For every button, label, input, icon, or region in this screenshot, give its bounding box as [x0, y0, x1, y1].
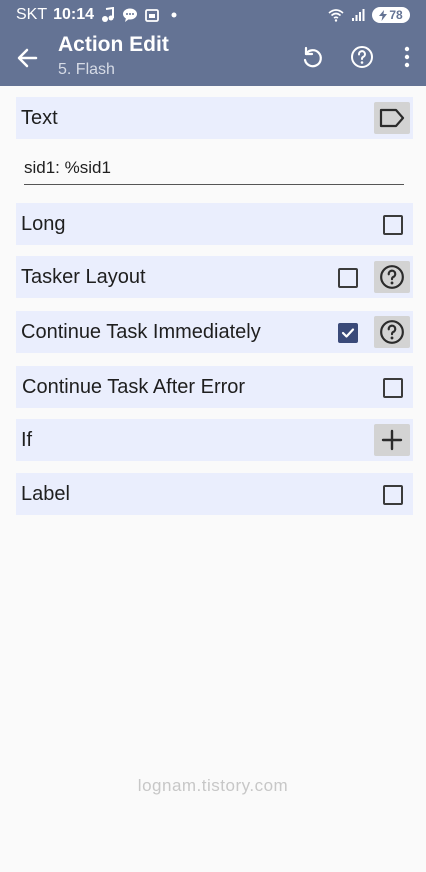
if-label: If — [21, 428, 33, 451]
battery-level: 78 — [389, 8, 403, 22]
help-icon — [380, 265, 404, 289]
carrier-name: SKT — [16, 6, 48, 23]
continue-immediately-checkbox[interactable] — [338, 323, 358, 343]
label-label: Label — [21, 482, 70, 505]
battery-indicator: 78 — [372, 7, 410, 23]
add-condition-button[interactable] — [374, 424, 410, 456]
tasker-layout-checkbox[interactable] — [338, 268, 358, 288]
calendar-icon — [144, 7, 160, 23]
back-button[interactable] — [14, 44, 42, 72]
status-left: SKT 10:14 — [16, 6, 182, 24]
tasker-layout-row[interactable]: Tasker Layout — [16, 256, 413, 298]
if-row: If — [16, 419, 413, 461]
text-label: Text — [21, 106, 58, 129]
text-input[interactable] — [24, 158, 404, 178]
more-options-button[interactable] — [392, 42, 422, 72]
label-row[interactable]: Label — [16, 473, 413, 515]
continue-after-error-label: Continue Task After Error — [22, 375, 246, 398]
continue-after-error-checkbox[interactable] — [383, 378, 403, 398]
help-toolbar-button[interactable] — [347, 42, 377, 72]
status-bar: SKT 10:14 78 — [0, 0, 426, 30]
wifi-icon — [328, 7, 344, 23]
undo-button[interactable] — [297, 42, 327, 72]
long-label: Long — [21, 212, 66, 235]
chat-bubble-icon — [122, 7, 138, 23]
continue-after-error-row[interactable]: Continue Task After Error — [16, 366, 413, 408]
checkmark-icon — [341, 328, 355, 338]
charging-bolt-icon — [379, 9, 388, 21]
more-vertical-icon — [404, 46, 410, 68]
app-bar: SKT 10:14 78 Action Edit 5. Flash — [0, 0, 426, 86]
tasker-layout-help-button[interactable] — [374, 261, 410, 293]
text-row: Text — [16, 97, 413, 139]
continue-immediately-row[interactable]: Continue Task Immediately — [16, 311, 413, 353]
page-subtitle: 5. Flash — [58, 61, 115, 78]
help-icon — [380, 320, 404, 344]
back-arrow-icon — [17, 48, 38, 68]
page-title: Action Edit — [58, 33, 169, 56]
long-checkbox[interactable] — [383, 215, 403, 235]
watermark: lognam.tistory.com — [137, 776, 289, 795]
status-time: 10:14 — [53, 6, 95, 23]
label-checkbox[interactable] — [383, 485, 403, 505]
toolbar-titles: Action Edit 5. Flash — [58, 33, 169, 80]
continue-immediately-help-button[interactable] — [374, 316, 410, 348]
text-field[interactable] — [24, 152, 404, 185]
help-icon — [351, 46, 373, 68]
music-note-icon — [100, 7, 116, 23]
status-right: 78 — [328, 7, 410, 23]
plus-icon — [381, 429, 403, 451]
long-row[interactable]: Long — [16, 203, 413, 245]
label-tag-icon — [379, 108, 405, 128]
undo-icon — [303, 46, 322, 68]
variable-select-button[interactable] — [374, 102, 410, 134]
signal-icon — [350, 7, 366, 23]
dot-icon — [166, 7, 182, 23]
